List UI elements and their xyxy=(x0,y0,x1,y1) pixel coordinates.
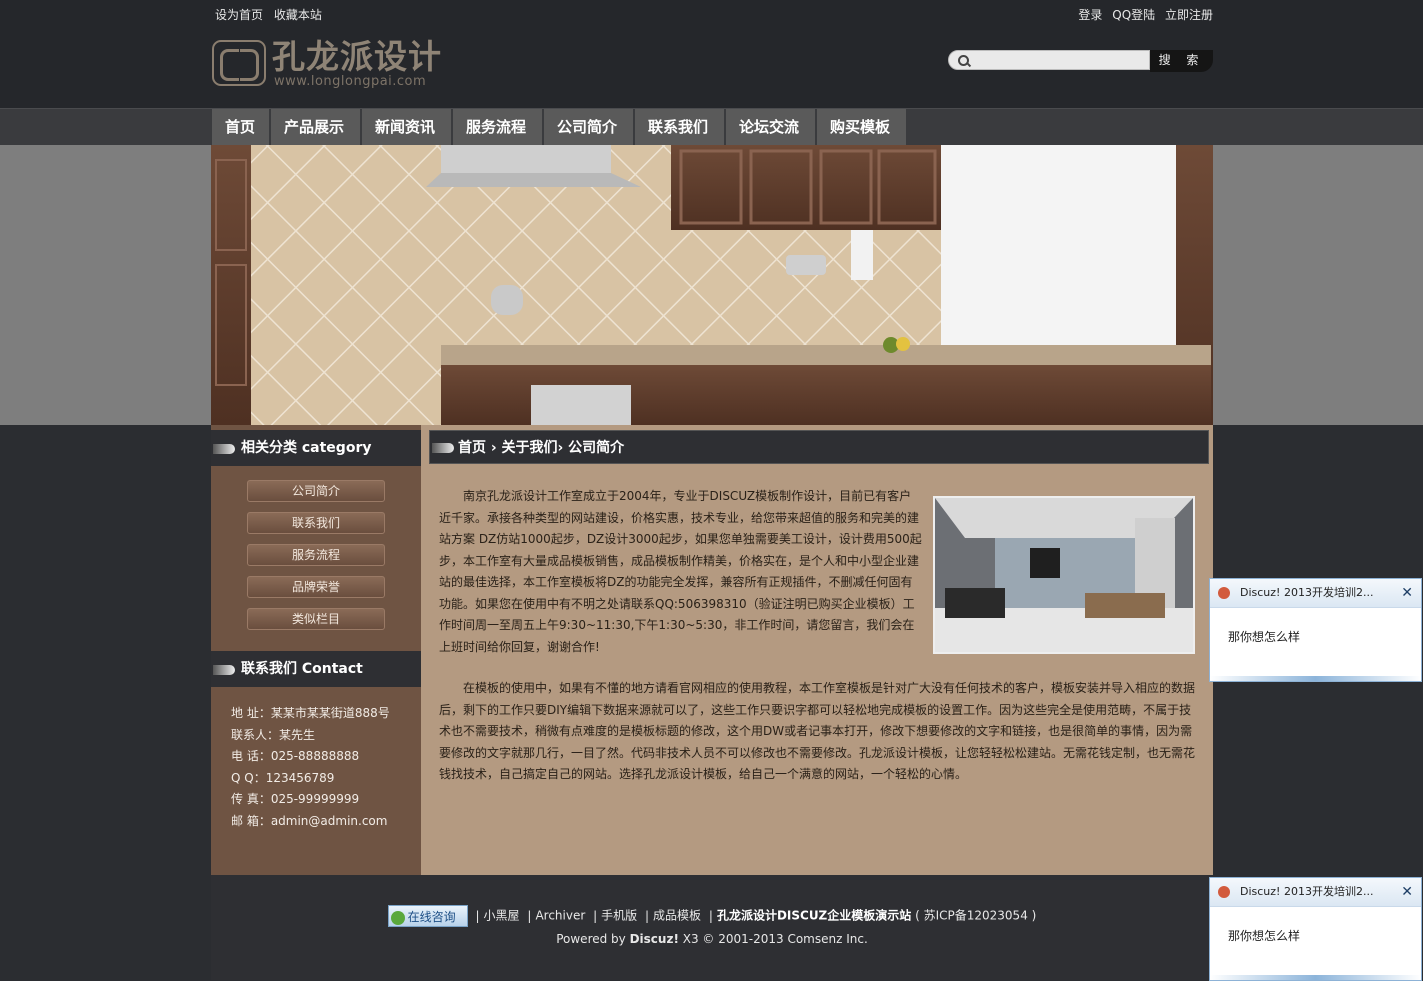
footer-link-mobile[interactable]: 手机版 xyxy=(601,909,637,923)
footer-link-archiver[interactable]: Archiver xyxy=(535,909,585,923)
search-button[interactable]: 搜 索 xyxy=(1150,50,1213,72)
sidebar: 相关分类 category 公司简介 联系我们 服务流程 品牌荣誉 类似栏目 联… xyxy=(211,425,421,875)
chat-popup[interactable]: Discuz! 2013开发培训2... ✕ 那你想怎么样 xyxy=(1209,578,1422,682)
contact-info: 地 址：某某市某某街道888号 联系人：某先生 电 话：025-88888888… xyxy=(211,687,421,832)
footer-icp: ( 苏ICP备12023054 ) xyxy=(915,908,1037,923)
search-bar: 搜 索 xyxy=(948,50,1213,72)
nav-news[interactable]: 新闻资讯 xyxy=(362,109,451,145)
article-body: 南京孔龙派设计工作室成立于2004年，专业于DISCUZ模板制作设计，目前已有客… xyxy=(439,486,1199,806)
category-item-brand-honor[interactable]: 品牌荣誉 xyxy=(247,576,385,598)
popup-title: Discuz! 2013开发培训2... xyxy=(1240,586,1374,599)
category-item-similar[interactable]: 类似栏目 xyxy=(247,608,385,630)
contact-heading: 联系我们 Contact xyxy=(211,651,421,687)
heading-bullet-icon xyxy=(213,665,235,675)
nav-forum[interactable]: 论坛交流 xyxy=(726,109,815,145)
login-link[interactable]: 登录 xyxy=(1078,8,1102,22)
search-box xyxy=(948,50,1150,70)
top-left-links: 设为首页 收藏本站 xyxy=(215,6,322,23)
heading-bullet-icon xyxy=(213,444,235,454)
nav-contact[interactable]: 联系我们 xyxy=(635,109,724,145)
popup-title: Discuz! 2013开发培训2... xyxy=(1240,885,1374,898)
category-list: 公司简介 联系我们 服务流程 品牌荣誉 类似栏目 xyxy=(211,466,421,646)
online-consult-button[interactable]: 在线咨询 xyxy=(387,905,468,927)
footer-link-templates[interactable]: 成品模板 xyxy=(653,909,701,923)
contact-phone: 电 话：025-88888888 xyxy=(231,749,360,763)
qq-login-link[interactable]: QQ登陆 xyxy=(1112,8,1155,22)
nav-service-process[interactable]: 服务流程 xyxy=(453,109,542,145)
close-icon[interactable]: ✕ xyxy=(1401,878,1413,906)
main-nav-bar: 首页 产品展示 新闻资讯 服务流程 公司简介 联系我们 论坛交流 购买模板 xyxy=(0,108,1423,146)
contact-qq: Q Q：123456789 xyxy=(231,770,335,785)
popup-header: Discuz! 2013开发培训2... ✕ xyxy=(1210,579,1421,608)
popup-message: 那你想怎么样 xyxy=(1228,630,1301,644)
category-item-service-process[interactable]: 服务流程 xyxy=(247,544,385,566)
popup-message: 那你想怎么样 xyxy=(1228,929,1301,943)
kitchen-banner-image xyxy=(211,145,1213,425)
set-homepage-link[interactable]: 设为首页 xyxy=(215,8,263,22)
chat-popup[interactable]: Discuz! 2013开发培训2... ✕ 那你想怎么样 xyxy=(1209,877,1422,981)
main-content: 首页 › 关于我们› 公司简介 南京孔龙派设计工作室成立于2004年，专业于DI… xyxy=(429,425,1213,875)
nav-home[interactable]: 首页 xyxy=(212,109,269,145)
chat-icon xyxy=(390,910,405,925)
site-logo[interactable]: 孔龙派设计 www.longlongpai.com xyxy=(212,38,474,90)
category-heading-text: 相关分类 category xyxy=(241,440,372,456)
footer-links: 在线咨询 | 小黑屋 | Archiver | 手机版 | 成品模板 | 孔龙派设计DIS… xyxy=(211,905,1213,927)
discuz-link[interactable]: Discuz! xyxy=(630,932,679,946)
logo-mark-icon xyxy=(212,40,266,86)
breadcrumb: 首页 › 关于我们› 公司简介 xyxy=(429,430,1209,464)
contact-person: 联系人：某先生 xyxy=(231,727,316,742)
footer-link-blacklist[interactable]: 小黑屋 xyxy=(484,909,520,923)
nav-buy-template[interactable]: 购买模板 xyxy=(817,109,906,145)
nav-company-profile[interactable]: 公司简介 xyxy=(544,109,633,145)
logo-title: 孔龙派设计 xyxy=(272,37,442,76)
user-icon xyxy=(1218,587,1230,599)
footer: 在线咨询 | 小黑屋 | Archiver | 手机版 | 成品模板 | 孔龙派设计DIS… xyxy=(211,875,1213,980)
contact-address: 地 址：某某市某某街道888号 xyxy=(231,706,390,720)
user-icon xyxy=(1218,886,1230,898)
category-heading: 相关分类 category xyxy=(211,430,421,466)
contact-fax: 传 真：025-99999999 xyxy=(231,792,360,806)
category-item-contact[interactable]: 联系我们 xyxy=(247,512,385,534)
heading-bullet-icon xyxy=(432,443,454,453)
logo-url: www.longlongpai.com xyxy=(274,74,427,89)
bookmark-link[interactable]: 收藏本站 xyxy=(274,8,322,22)
article-paragraph-2: 在模板的使用中，如果有不懂的地方请看官网相应的使用教程，本工作室模板是针对广大没… xyxy=(439,681,1196,781)
header: 设为首页 收藏本站 登录 QQ登陆 立即注册 孔龙派设计 www.longlon… xyxy=(0,0,1423,108)
contact-heading-text: 联系我们 Contact xyxy=(241,661,363,677)
top-right-links: 登录 QQ登陆 立即注册 xyxy=(1078,6,1213,23)
search-icon xyxy=(958,55,969,66)
contact-email: 邮 箱：admin@admin.com xyxy=(231,813,388,828)
main-nav: 首页 产品展示 新闻资讯 服务流程 公司简介 联系我们 论坛交流 购买模板 xyxy=(212,109,908,146)
breadcrumb-text: 首页 › 关于我们› 公司简介 xyxy=(458,440,625,456)
nav-products[interactable]: 产品展示 xyxy=(271,109,360,145)
popup-header: Discuz! 2013开发培训2... ✕ xyxy=(1210,878,1421,907)
register-link[interactable]: 立即注册 xyxy=(1165,8,1213,22)
footer-site-name[interactable]: 孔龙派设计DISCUZ企业模板演示站 xyxy=(717,909,911,923)
footer-powered-by: Powered by Discuz! X3 © 2001-2013 Comsen… xyxy=(556,932,868,946)
close-icon[interactable]: ✕ xyxy=(1401,579,1413,607)
search-input[interactable] xyxy=(973,52,1147,70)
content-area: 相关分类 category 公司简介 联系我们 服务流程 品牌荣誉 类似栏目 联… xyxy=(211,425,1213,875)
office-photo xyxy=(933,496,1195,654)
category-item-company-profile[interactable]: 公司简介 xyxy=(247,480,385,502)
